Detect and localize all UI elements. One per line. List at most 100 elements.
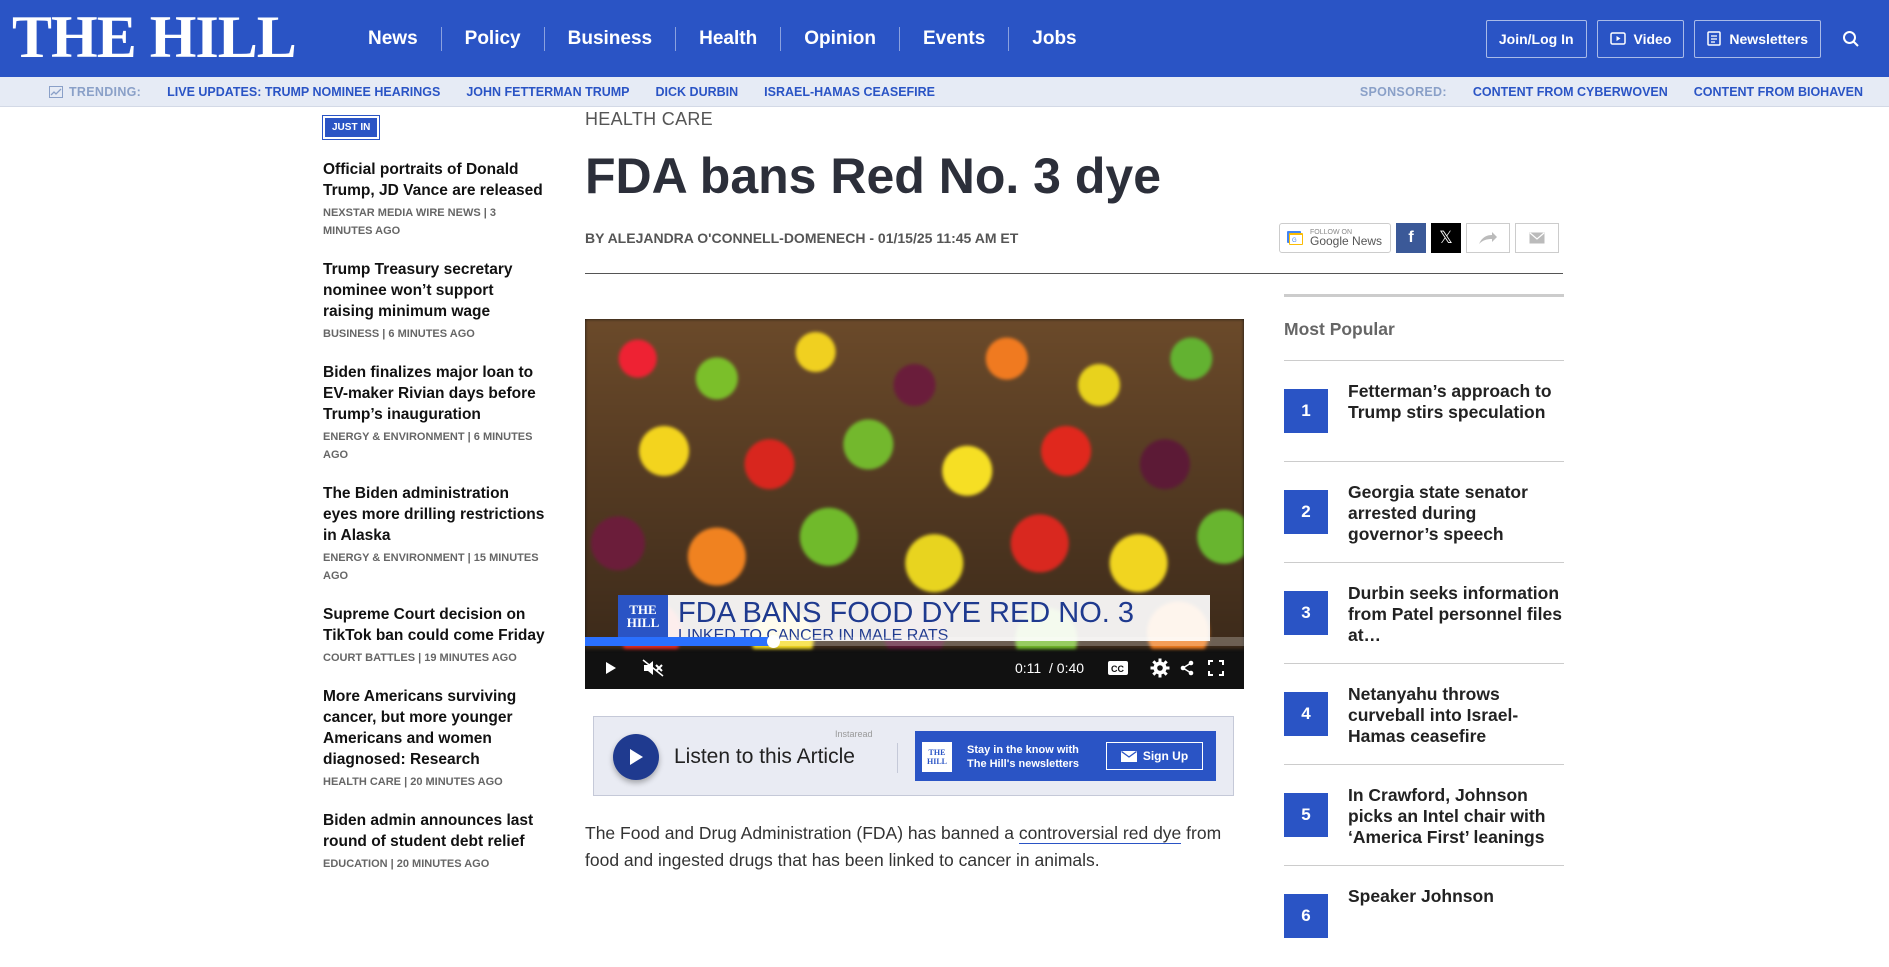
newsletter-text: Stay in the know with The Hill's newslet… bbox=[967, 744, 1080, 770]
story-headline[interactable]: Supreme Court decision on TikTok ban cou… bbox=[323, 606, 545, 644]
popular-item[interactable]: 6 Speaker Johnson bbox=[1284, 866, 1564, 967]
popular-item[interactable]: 3 Durbin seeks information from Patel pe… bbox=[1284, 563, 1564, 664]
duration: / 0:40 bbox=[1049, 660, 1085, 676]
sponsored-section: SPONSORED: CONTENT FROM CYBERWOVEN CONTE… bbox=[1360, 77, 1889, 106]
nav-policy[interactable]: Policy bbox=[442, 26, 545, 51]
site-logo[interactable]: THE HILL bbox=[12, 6, 297, 68]
popular-item[interactable]: 5 In Crawford, Johnson picks an Intel ch… bbox=[1284, 765, 1564, 866]
article-byline: BY ALEJANDRA O'CONNELL-DOMENECH - 01/15/… bbox=[585, 230, 1019, 246]
play-icon bbox=[630, 749, 643, 765]
share-arrow-icon bbox=[1479, 232, 1497, 244]
share-icon bbox=[1180, 660, 1194, 675]
story-meta: HEALTH CARE | 20 MINUTES AGO bbox=[323, 776, 503, 788]
google-news-label: Google News bbox=[1310, 233, 1383, 248]
share-button[interactable] bbox=[1466, 223, 1510, 253]
divider bbox=[585, 273, 1563, 274]
trending-item[interactable]: JOHN FETTERMAN TRUMP bbox=[466, 85, 629, 99]
story-headline[interactable]: Official portraits of Donald Trump, JD V… bbox=[323, 161, 543, 199]
popular-headline: Georgia state senator arrested during go… bbox=[1348, 482, 1528, 544]
video-headline: FDA BANS FOOD DYE RED NO. 3 bbox=[678, 597, 1135, 629]
mute-button[interactable] bbox=[633, 646, 673, 689]
article-body-paragraph: The Food and Drug Administration (FDA) h… bbox=[585, 820, 1245, 874]
x-share-button[interactable]: 𝕏 bbox=[1431, 223, 1461, 253]
just-in-column: JUST IN Official portraits of Donald Tru… bbox=[321, 115, 545, 892]
popular-item[interactable]: 2 Georgia state senator arrested during … bbox=[1284, 462, 1564, 563]
video-progress-bar[interactable] bbox=[585, 635, 1244, 648]
current-time: 0:11 bbox=[1015, 660, 1042, 676]
story-headline[interactable]: Trump Treasury secretary nominee won’t s… bbox=[323, 261, 513, 320]
story-meta: BUSINESS | 6 MINUTES AGO bbox=[323, 328, 475, 340]
trending-icon bbox=[49, 85, 63, 98]
popular-headline: In Crawford, Johnson picks an Intel chai… bbox=[1348, 785, 1546, 847]
article-category[interactable]: HEALTH CARE bbox=[585, 109, 713, 130]
sponsored-item[interactable]: CONTENT FROM CYBERWOVEN bbox=[1473, 85, 1668, 99]
newsletters-button[interactable]: Newsletters bbox=[1694, 19, 1821, 58]
popular-rank: 5 bbox=[1284, 793, 1328, 837]
header-actions: Join/Log In Video Newsletters bbox=[1485, 0, 1889, 77]
divider bbox=[897, 743, 898, 773]
sponsored-item[interactable]: CONTENT FROM BIOHAVEN bbox=[1694, 85, 1863, 99]
muted-speaker-icon bbox=[642, 658, 664, 677]
trending-item[interactable]: DICK DURBIN bbox=[656, 85, 739, 99]
list-item: Official portraits of Donald Trump, JD V… bbox=[323, 159, 545, 240]
listen-play-button[interactable] bbox=[613, 734, 659, 780]
list-item: Trump Treasury secretary nominee won’t s… bbox=[323, 259, 545, 343]
listen-widget: Listen to this Article Instaread THE HIL… bbox=[593, 716, 1234, 796]
story-headline[interactable]: Biden admin announces last round of stud… bbox=[323, 812, 533, 850]
instaread-brand: Instaread bbox=[835, 729, 873, 739]
trending-item[interactable]: LIVE UPDATES: TRUMP NOMINEE HEARINGS bbox=[167, 85, 440, 99]
login-button[interactable]: Join/Log In bbox=[1485, 19, 1587, 58]
nav-health[interactable]: Health bbox=[676, 26, 782, 51]
trending-item[interactable]: ISRAEL-HAMAS CEASEFIRE bbox=[764, 85, 935, 99]
facebook-share-button[interactable]: f bbox=[1396, 223, 1426, 253]
play-button[interactable] bbox=[589, 646, 633, 689]
story-meta: ENERGY & ENVIRONMENT | 15 MINUTES AGO bbox=[323, 552, 539, 582]
google-news-icon: G bbox=[1287, 231, 1303, 245]
video-player[interactable]: THE HILL FDA BANS FOOD DYE RED NO. 3 LIN… bbox=[585, 319, 1244, 689]
video-icon bbox=[1609, 32, 1626, 45]
popular-rank: 3 bbox=[1284, 591, 1328, 635]
story-headline[interactable]: More Americans surviving cancer, but mor… bbox=[323, 688, 516, 768]
facebook-icon: f bbox=[1408, 229, 1414, 246]
share-toolbar: G FOLLOW ON Google News f 𝕏 bbox=[1279, 223, 1564, 253]
nav-business[interactable]: Business bbox=[545, 26, 677, 51]
search-icon bbox=[1843, 30, 1859, 47]
progress-fill bbox=[585, 637, 773, 646]
sponsored-label: SPONSORED: bbox=[1359, 84, 1447, 99]
story-headline[interactable]: The Biden administration eyes more drill… bbox=[323, 485, 544, 544]
list-item: More Americans surviving cancer, but mor… bbox=[323, 686, 545, 791]
list-item: Biden admin announces last round of stud… bbox=[323, 810, 545, 873]
signup-button[interactable]: Sign Up bbox=[1106, 742, 1203, 770]
nav-jobs[interactable]: Jobs bbox=[1009, 27, 1099, 51]
nav-news[interactable]: News bbox=[345, 26, 442, 51]
trending-bar: TRENDING: LIVE UPDATES: TRUMP NOMINEE HE… bbox=[0, 77, 1889, 107]
just-in-badge: JUST IN bbox=[321, 115, 381, 140]
video-share-button[interactable] bbox=[1175, 646, 1199, 689]
listen-label: Listen to this Article bbox=[674, 745, 855, 768]
envelope-icon bbox=[1120, 750, 1137, 762]
nav-events[interactable]: Events bbox=[900, 26, 1010, 51]
video-button[interactable]: Video bbox=[1596, 19, 1685, 58]
email-share-button[interactable] bbox=[1515, 223, 1559, 253]
video-controls: 0:11 / 0:40 CC bbox=[585, 646, 1244, 689]
trending-label: TRENDING: bbox=[69, 84, 142, 99]
most-popular-section: Most Popular 1 Fetterman’s approach to T… bbox=[1284, 294, 1564, 967]
main-nav: News Policy Business Health Opinion Even… bbox=[345, 0, 1100, 77]
popular-item[interactable]: 4 Netanyahu throws curveball into Israel… bbox=[1284, 664, 1564, 765]
settings-button[interactable] bbox=[1145, 646, 1175, 689]
captions-button[interactable]: CC bbox=[1103, 646, 1133, 689]
article-headline: FDA bans Red No. 3 dye bbox=[585, 148, 1162, 204]
inline-article-link[interactable]: controversial red dye bbox=[1018, 823, 1182, 844]
story-headline[interactable]: Biden finalizes major loan to EV-maker R… bbox=[323, 364, 536, 423]
popular-rank: 4 bbox=[1284, 692, 1328, 736]
nav-opinion[interactable]: Opinion bbox=[781, 26, 900, 51]
google-news-button[interactable]: G FOLLOW ON Google News bbox=[1279, 223, 1391, 253]
play-icon bbox=[606, 661, 616, 674]
story-meta: COURT BATTLES | 19 MINUTES AGO bbox=[323, 652, 517, 664]
list-item: Biden finalizes major loan to EV-maker R… bbox=[323, 362, 545, 464]
story-meta: NEXSTAR MEDIA WIRE NEWS | 3 MINUTES AGO bbox=[323, 207, 496, 237]
search-button[interactable] bbox=[1831, 20, 1871, 58]
newsletter-logo: THE HILL bbox=[922, 742, 952, 772]
fullscreen-button[interactable] bbox=[1201, 646, 1231, 689]
popular-item[interactable]: 1 Fetterman’s approach to Trump stirs sp… bbox=[1284, 361, 1564, 462]
